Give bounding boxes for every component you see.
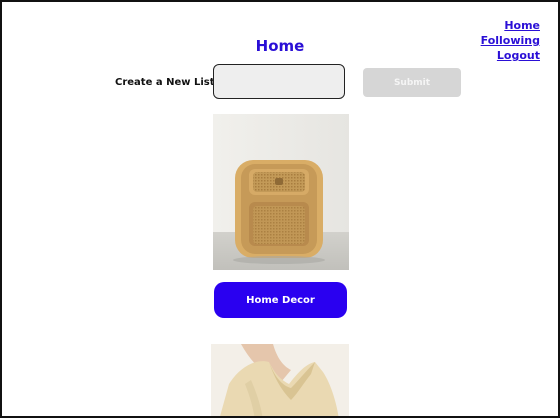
- create-list-label: Create a New List: [115, 77, 215, 88]
- nav-home-link[interactable]: Home: [504, 18, 540, 33]
- category-button-home-decor[interactable]: Home Decor: [214, 282, 347, 318]
- product-image-clothing: [211, 344, 349, 416]
- product-image-nightstand: [213, 114, 349, 270]
- page-title: Home: [255, 37, 305, 55]
- submit-button[interactable]: Submit: [363, 68, 461, 97]
- app-frame: Home Following Logout Home Create a New …: [0, 0, 560, 418]
- new-list-input[interactable]: [213, 64, 345, 99]
